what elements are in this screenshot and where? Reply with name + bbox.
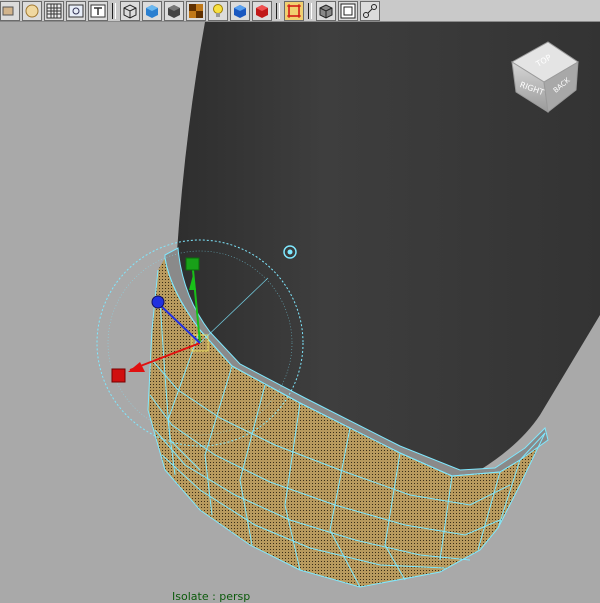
toolbar-separator [112,2,116,19]
isolate-select-icon [287,3,301,18]
manipulator-x-handle[interactable] [111,368,126,383]
smooth-shade-all-button[interactable] [142,0,162,21]
xray-icon [256,4,268,18]
manipulator-z-handle[interactable] [151,295,165,309]
film-gate-icon [68,4,84,17]
shadows-icon [234,4,246,18]
grid-button[interactable] [44,0,64,21]
safe-frame-icon [340,3,356,18]
flat-shade-button[interactable] [164,0,184,21]
shadows-button[interactable] [230,0,250,21]
wireframe-icon [123,3,137,19]
use-all-lights-icon [213,3,223,17]
viewport-toolbar [0,0,600,22]
joint-button[interactable] [360,0,380,21]
textured-button[interactable] [186,0,206,21]
3d-viewport[interactable]: TOP RIGHT BACK [0,22,600,600]
viewport-camera-label: Isolate : persp [172,590,251,603]
xray-joints-button[interactable] [316,0,336,21]
joint-icon [363,3,377,18]
camera-attributes-button[interactable] [0,0,20,21]
use-all-lights-button[interactable] [208,0,228,21]
textured-icon [189,3,203,18]
flat-shade-icon [168,4,180,18]
toolbar-separator [308,2,312,19]
toolbar-separator [276,2,280,19]
film-gate-button[interactable] [66,0,86,21]
xray-joints-icon [319,3,333,19]
manipulator-y-handle[interactable] [185,257,200,271]
xray-button[interactable] [252,0,272,21]
resolution-gate-button[interactable] [88,0,108,21]
camera-attributes-icon [2,6,14,15]
viewport-scene[interactable]: TOP RIGHT BACK [0,22,600,600]
grid-icon [46,3,62,18]
safe-frame-button[interactable] [338,0,358,21]
select-camera-button[interactable] [22,0,42,21]
isolate-select-button[interactable] [284,0,304,21]
resolution-gate-icon [90,4,106,17]
select-camera-icon [25,4,39,17]
smooth-shade-all-icon [146,4,158,18]
wireframe-button[interactable] [120,0,140,21]
